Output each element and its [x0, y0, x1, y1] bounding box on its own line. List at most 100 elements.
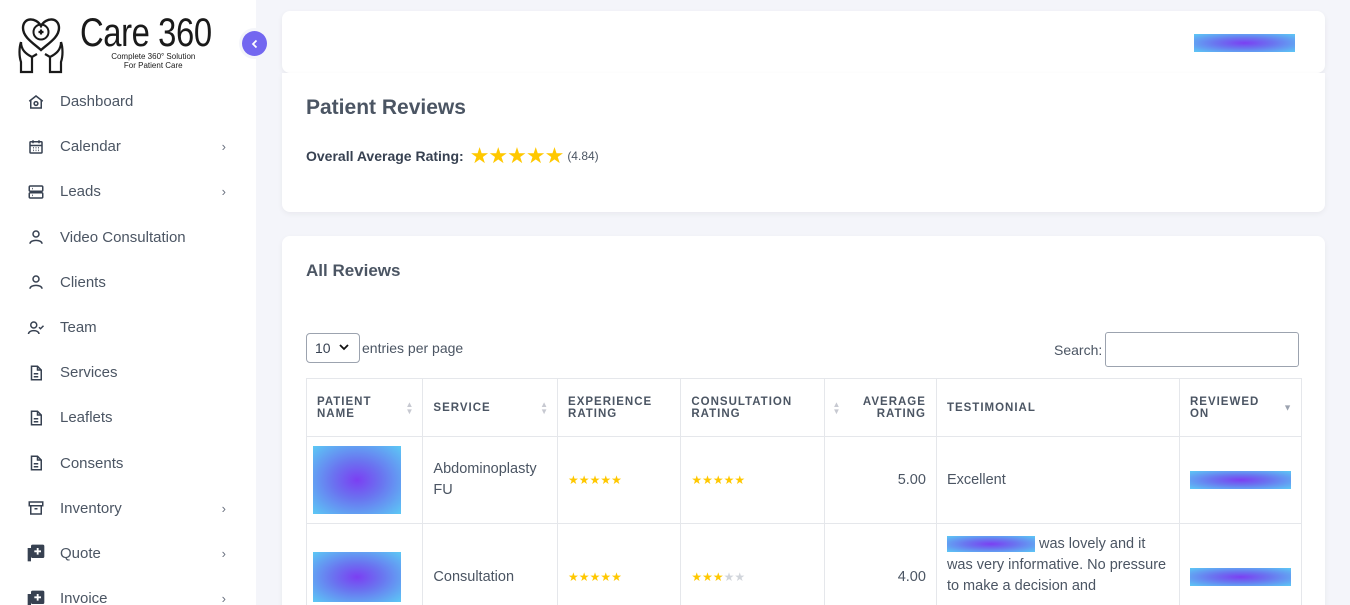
star-rating: ★★★★★ — [691, 570, 745, 584]
column-header-consultation-rating[interactable]: CONSULTATION RATING — [680, 378, 825, 437]
chevron-right-icon: › — [221, 184, 226, 200]
patient-name-redacted — [313, 446, 401, 514]
chevron-right-icon: › — [221, 591, 226, 605]
star-filled-icon: ★ — [568, 569, 579, 584]
reviewed-on-cell — [1178, 523, 1303, 605]
experience-rating-cell: ★★★★★ — [557, 436, 682, 524]
star-filled-icon: ★ — [691, 472, 703, 487]
star-filled-icon: ★ — [702, 472, 713, 487]
patient-name-cell — [305, 523, 424, 605]
document-icon — [26, 363, 46, 383]
logo-title: Care 360 — [80, 11, 212, 55]
overall-rating-stars: ★★★★★ — [469, 143, 565, 168]
sort-icon: ▲ ▼ — [540, 399, 550, 416]
testimonial-cell: was lovely and it was very informative. … — [935, 523, 1180, 605]
overall-rating-label: Overall Average Rating: — [306, 148, 464, 164]
logo-text: Care 360 Complete 360° Solution For Pati… — [80, 11, 241, 70]
sidebar-item-label: Clients — [60, 273, 106, 291]
home-icon — [26, 92, 46, 112]
section-title: All Reviews — [306, 261, 401, 280]
column-header-average-rating[interactable]: ▲ ▼ AVERAGE RATING — [823, 378, 937, 437]
chevron-left-icon — [251, 39, 257, 48]
collapse-sidebar-button[interactable] — [242, 31, 267, 56]
star-filled-icon: ★ — [589, 472, 601, 487]
star-rating: ★★★★★ — [568, 570, 622, 584]
column-header-reviewed-on[interactable]: REVIEWED ON ▼ — [1178, 378, 1303, 437]
column-header-testimonial[interactable]: TESTIMONIAL — [935, 378, 1180, 437]
sidebar-item-label: Leaflets — [60, 409, 113, 427]
star-filled-icon: ★ — [691, 569, 703, 584]
sidebar-item-label: Video Consultation — [60, 228, 186, 246]
table-row[interactable]: Abdominoplasty FU ★★★★★ ★★★★★ 5.00 Excel… — [305, 436, 1303, 524]
sidebar-item-calendar[interactable]: Calendar › — [0, 124, 256, 169]
archive-icon — [26, 498, 46, 518]
sidebar-item-label: Calendar — [60, 138, 121, 156]
sidebar-item-label: Quote — [60, 544, 101, 562]
sidebar-item-label: Team — [60, 319, 97, 337]
server-icon — [26, 182, 46, 202]
overall-rating-value: (4.84) — [567, 149, 599, 163]
sidebar-item-services[interactable]: Services — [0, 350, 256, 395]
sidebar-item-consents[interactable]: Consents — [0, 441, 256, 486]
star-filled-icon: ★ — [712, 569, 724, 584]
column-header-patient-name[interactable]: PATIENT NAME ▲ ▼ — [305, 378, 424, 437]
service-cell: Consultation — [422, 523, 559, 605]
sidebar-item-video-consultation[interactable]: Video Consultation — [0, 215, 256, 260]
staff-name-redacted — [946, 536, 1035, 553]
sidebar-item-label: Consents — [60, 454, 124, 472]
service-cell: Abdominoplasty FU — [422, 436, 559, 524]
logo-subtitle-line2: For Patient Care — [123, 61, 183, 70]
chevron-right-icon: › — [221, 139, 226, 155]
sidebar-item-label: Dashboard — [60, 93, 134, 111]
sort-icon: ▲ ▼ — [832, 399, 842, 416]
sidebar-item-label: Invoice — [60, 590, 108, 605]
sidebar-item-clients[interactable]: Clients — [0, 260, 256, 305]
calendar-icon — [26, 137, 46, 157]
user-name-redacted[interactable] — [1194, 34, 1295, 52]
sidebar-item-inventory[interactable]: Inventory › — [0, 486, 256, 531]
sidebar-item-dashboard[interactable]: Dashboard — [0, 79, 256, 124]
app-logo[interactable]: Care 360 Complete 360° Solution For Pati… — [18, 11, 241, 74]
overall-rating: Overall Average Rating: ★★★★★ (4.84) — [306, 143, 599, 169]
star-filled-icon: ★ — [734, 472, 746, 487]
patient-name-redacted — [313, 552, 401, 602]
sidebar-item-label: Inventory — [60, 499, 122, 517]
experience-rating-cell: ★★★★★ — [557, 523, 682, 605]
sidebar-nav: Dashboard Calendar › Leads › Video Consu… — [0, 79, 256, 605]
column-header-service[interactable]: SERVICE ▲ ▼ — [422, 378, 559, 437]
user-check-icon — [26, 318, 46, 338]
star-filled-icon: ★ — [702, 569, 713, 584]
sort-icon: ▲ ▼ — [405, 399, 415, 416]
user-icon — [26, 272, 46, 292]
patient-reviews-card: Patient Reviews Overall Average Rating: … — [282, 73, 1325, 212]
testimonial-cell: Excellent — [935, 436, 1180, 524]
star-filled-icon: ★ — [600, 569, 612, 584]
chevron-down-icon — [338, 343, 349, 354]
table-row[interactable]: Consultation ★★★★★ ★★★★★ 4.00 was lovely… — [305, 523, 1303, 605]
document-icon — [26, 453, 46, 473]
entries-label: entries per page — [362, 340, 464, 356]
sidebar-item-label: Services — [60, 364, 118, 382]
consultation-rating-cell: ★★★★★ — [680, 436, 825, 524]
table-search: Search: — [1054, 332, 1300, 367]
average-rating-cell: 4.00 — [823, 523, 937, 605]
sidebar-item-leads[interactable]: Leads › — [0, 169, 256, 214]
sidebar-item-leaflets[interactable]: Leaflets — [0, 395, 256, 440]
sidebar-item-team[interactable]: Team — [0, 305, 256, 350]
star-empty-icon: ★ — [734, 569, 746, 584]
search-input[interactable] — [1105, 332, 1300, 367]
column-header-experience-rating[interactable]: EXPERIENCE RATING — [557, 378, 682, 437]
star-filled-icon: ★ — [712, 472, 724, 487]
star-rating: ★★★★★ — [568, 473, 622, 487]
star-filled-icon: ★ — [611, 472, 622, 487]
star-filled-icon: ★ — [568, 472, 579, 487]
plus-square-icon — [26, 543, 46, 563]
chevron-right-icon: › — [221, 500, 226, 516]
reviewed-date-redacted — [1189, 471, 1291, 489]
chevron-right-icon: › — [221, 545, 226, 561]
entries-select[interactable]: 10 — [306, 333, 360, 363]
star-filled-icon: ★ — [600, 472, 612, 487]
star-filled-icon: ★ — [723, 472, 735, 487]
sidebar-item-quote[interactable]: Quote › — [0, 531, 256, 576]
sidebar-item-invoice[interactable]: Invoice › — [0, 576, 256, 605]
